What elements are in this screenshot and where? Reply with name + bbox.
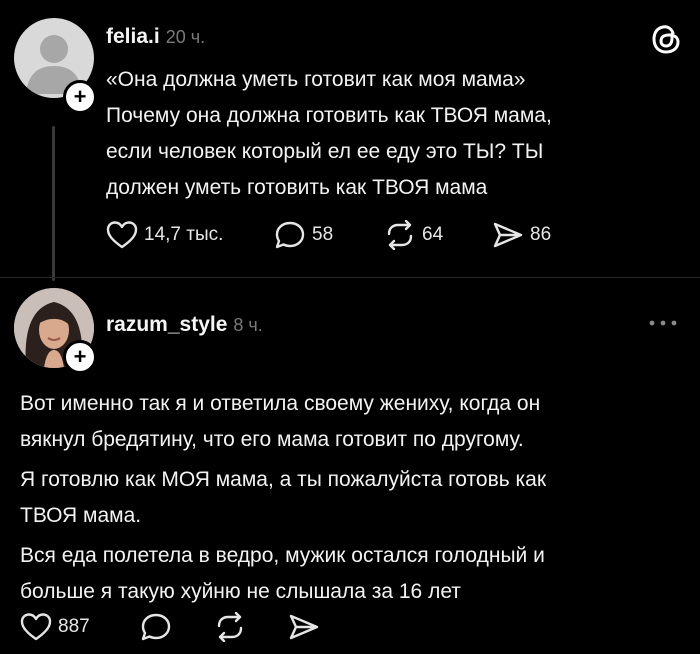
- reply-count: 58: [312, 224, 334, 245]
- post-time: 8 ч.: [233, 315, 263, 335]
- comment-icon: [141, 613, 171, 641]
- post-line: ТВОЯ мама.: [20, 504, 142, 527]
- post-line: больше я такую хуйню не слышала за 16 ле…: [20, 580, 461, 603]
- plus-icon: +: [73, 84, 87, 109]
- plus-icon: +: [73, 344, 87, 369]
- repost-icon: [387, 220, 413, 250]
- like-count: 887: [58, 616, 90, 637]
- share-icon: [493, 222, 523, 248]
- username-felia[interactable]: felia.i 20 ч.: [106, 25, 205, 49]
- post-text-razum: Вот именно так я и ответила своему жених…: [20, 386, 680, 610]
- like-button[interactable]: 14,7 тыс.: [106, 220, 223, 250]
- divider: [0, 277, 700, 278]
- post-line: должен уметь готовить как ТВОЯ мама: [106, 176, 488, 199]
- thread-line: [52, 126, 55, 281]
- repost-count: 64: [422, 224, 444, 245]
- post-text-felia: «Она должна уметь готовит как моя мама» …: [106, 62, 666, 206]
- heart-icon: [106, 221, 138, 249]
- username-text[interactable]: felia.i: [106, 25, 160, 48]
- repost-button[interactable]: [214, 612, 246, 642]
- share-icon: [289, 614, 319, 640]
- reply-button[interactable]: [140, 612, 172, 642]
- post-line: вякнул бредятину, что его мама готовит п…: [20, 428, 524, 451]
- heart-icon: [20, 613, 52, 641]
- post-line: если человек который ел ее еду это ТЫ? Т…: [106, 140, 544, 163]
- post-line: Я готовлю как МОЯ мама, а ты пожалуйста …: [20, 468, 547, 491]
- like-button[interactable]: 887: [20, 612, 90, 642]
- repost-icon: [217, 612, 243, 642]
- post-line: Вся еда полетела в ведро, мужик остался …: [20, 544, 545, 567]
- like-count: 14,7 тыс.: [144, 224, 224, 245]
- post-line: Почему она должна готовить как ТВОЯ мама…: [106, 104, 552, 127]
- threads-logo-icon[interactable]: [650, 22, 682, 61]
- reply-button[interactable]: 58: [274, 220, 333, 250]
- share-button[interactable]: [288, 612, 320, 642]
- post-line: «Она должна уметь готовит как моя мама»: [106, 68, 526, 91]
- username-text[interactable]: razum_style: [106, 313, 227, 336]
- follow-button-felia[interactable]: +: [63, 80, 97, 114]
- post-line: Вот именно так я и ответила своему жених…: [20, 392, 541, 415]
- share-count: 86: [530, 224, 552, 245]
- post-time: 20 ч.: [165, 27, 206, 47]
- comment-icon: [275, 221, 305, 249]
- share-button[interactable]: 86: [492, 220, 551, 250]
- username-razum[interactable]: razum_style 8 ч.: [106, 313, 263, 337]
- repost-button[interactable]: 64: [384, 220, 443, 250]
- more-icon[interactable]: [648, 316, 678, 334]
- follow-button-razum[interactable]: +: [63, 340, 97, 374]
